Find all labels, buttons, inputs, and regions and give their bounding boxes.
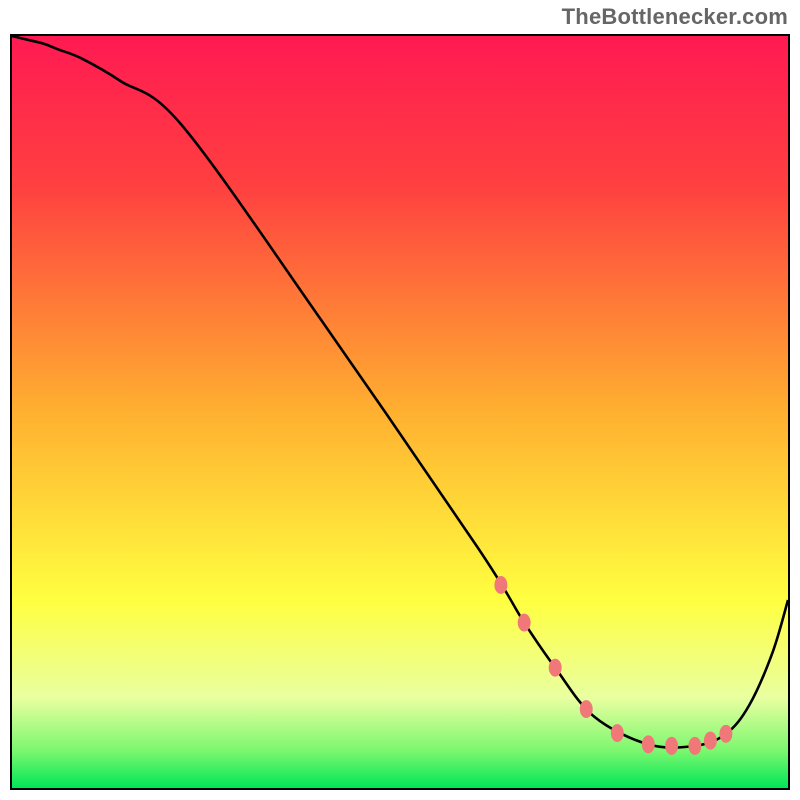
marker-dot (642, 735, 655, 753)
marker-dot (611, 724, 624, 742)
plot-area (10, 34, 790, 790)
plot-svg (12, 36, 788, 788)
marker-dot (518, 614, 531, 632)
marker-dot (549, 659, 562, 677)
marker-dot (704, 732, 717, 750)
chart-container: TheBottlenecker.com (0, 0, 800, 800)
attribution-watermark: TheBottlenecker.com (562, 4, 788, 30)
marker-dot (688, 737, 701, 755)
background-gradient (12, 36, 788, 788)
marker-dot (719, 725, 732, 743)
marker-dot (580, 700, 593, 718)
marker-dot (665, 737, 678, 755)
marker-dot (494, 576, 507, 594)
